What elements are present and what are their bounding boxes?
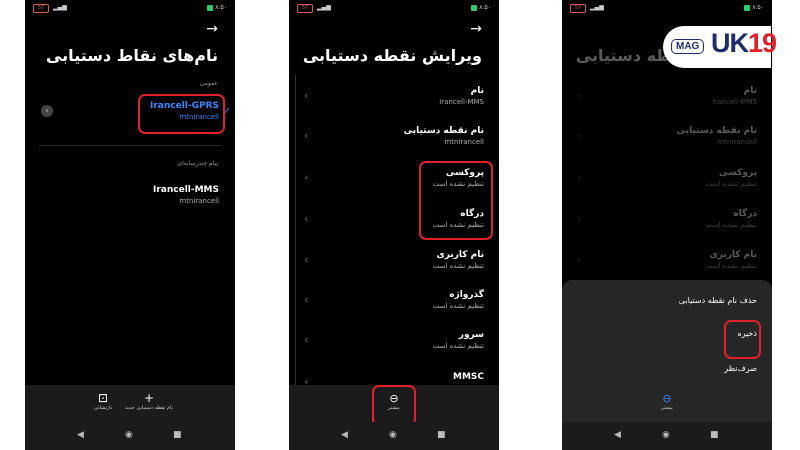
- nav-home-icon[interactable]: ◉: [125, 430, 133, 440]
- back-arrow-icon[interactable]: →: [206, 21, 218, 37]
- more-icon: ⊖: [662, 392, 672, 405]
- chevron-left-icon[interactable]: ‹: [41, 105, 53, 117]
- chevron-left-icon: ‹: [304, 333, 309, 346]
- battery-indicator: 57: [570, 4, 586, 13]
- battery-indicator: 57: [297, 4, 313, 13]
- field-row-name: نام Irancell-MMS: [712, 86, 757, 106]
- site-logo: MAG UK19: [663, 26, 777, 68]
- new-apn-button[interactable]: + نام نقطه دستیابی جدید: [121, 391, 177, 411]
- field-row-apn[interactable]: نام نقطه دستیابی mtnirancell: [404, 126, 484, 146]
- field-row-server[interactable]: سرور تنظیم نشده است: [433, 330, 484, 350]
- field-row-proxy: پروکسی تنظیم نشده است: [705, 168, 757, 188]
- nav-recents-icon[interactable]: ■: [437, 430, 446, 440]
- plus-icon: +: [143, 391, 155, 405]
- signal-icon: ▂▄▆: [53, 4, 67, 11]
- highlight-box: [372, 385, 416, 426]
- navigation-bar: ◀ ◉ ■: [289, 422, 499, 450]
- apn-name: Irancell-MMS: [152, 185, 219, 195]
- highlight-box: [724, 320, 761, 359]
- field-row-port: درگاه تنظیم نشده است: [705, 209, 757, 229]
- status-bar: 57 ▂▄▆ ۸:۵۰: [570, 4, 764, 14]
- highlight-box: [419, 161, 493, 240]
- chevron-left-icon: ‹: [304, 293, 309, 306]
- delete-apn-option[interactable]: حذف نام نقطه دستیابی: [679, 296, 757, 305]
- reset-button[interactable]: ⊡ بازنشانی: [89, 391, 117, 411]
- divider: [39, 145, 221, 146]
- navigation-bar: ◀ ◉ ■: [562, 422, 772, 450]
- chevron-left-icon: ‹: [304, 212, 309, 225]
- scrollbar[interactable]: [295, 75, 296, 385]
- field-row-mmsc[interactable]: MMSC: [453, 372, 484, 382]
- status-time: ۸:۵۰: [207, 4, 227, 11]
- status-bar: 57 ▂▄▆ ۸:۵۰: [33, 4, 227, 14]
- chevron-left-icon: ‹: [304, 89, 309, 102]
- status-bar: 57 ▂▄▆ ۸:۵۰: [297, 4, 491, 14]
- logo-mag-text: MAG: [671, 39, 705, 54]
- phone-screen-edit-apn: 57 ▂▄▆ ۸:۵۰ → ویرایش نقطه دستیابی نام Ir…: [289, 0, 499, 450]
- field-row-password[interactable]: گذرواژه تنظیم نشده است: [433, 290, 484, 310]
- nav-recents-icon[interactable]: ■: [710, 430, 719, 440]
- bottom-action-bar: ⊡ بازنشانی + نام نقطه دستیابی جدید: [25, 385, 235, 422]
- apn-value: mtnirancell: [179, 197, 219, 205]
- status-time: ۸:۵۰: [471, 4, 491, 11]
- phone-screen-apn-list: 57 ▂▄▆ ۸:۵۰ → نام‌های نقاط دستیابی عمومی…: [25, 0, 235, 450]
- field-row-name[interactable]: نام Irancell-MMS: [439, 86, 484, 106]
- reset-icon: ⊡: [97, 391, 109, 405]
- apn-item-irancell-mms[interactable]: Irancell-MMS mtnirancell: [153, 185, 219, 205]
- field-row-username: نام کاربری تنظیم نشده است: [705, 250, 757, 270]
- battery-indicator: 57: [33, 4, 49, 13]
- page-title: ویرایش نقطه دستیابی: [302, 46, 482, 65]
- discard-option[interactable]: صرف‌نظر: [724, 364, 757, 373]
- chevron-left-icon: ‹: [577, 89, 582, 102]
- status-time: ۸:۵۰: [744, 4, 764, 11]
- nav-recents-icon[interactable]: ■: [173, 430, 182, 440]
- section-header-default: عمومی: [199, 80, 218, 87]
- more-button[interactable]: ⊖ بیشتر: [651, 392, 683, 411]
- chevron-left-icon: ‹: [304, 171, 309, 184]
- page-title: نام‌های نقاط دستیابی: [45, 46, 218, 65]
- signal-icon: ▂▄▆: [590, 4, 604, 11]
- nav-back-icon[interactable]: ◀: [77, 430, 84, 440]
- signal-icon: ▂▄▆: [317, 4, 331, 11]
- nav-back-icon[interactable]: ◀: [614, 430, 621, 440]
- highlight-box: [138, 94, 225, 134]
- chevron-left-icon: ‹: [577, 253, 582, 266]
- back-arrow-icon[interactable]: →: [470, 21, 482, 37]
- nav-home-icon[interactable]: ◉: [662, 430, 670, 440]
- navigation-bar: ◀ ◉ ■: [25, 422, 235, 450]
- logo-main-text: UK19: [711, 28, 777, 58]
- chevron-left-icon: ‹: [577, 129, 582, 142]
- field-row-username[interactable]: نام کاربری تنظیم نشده است: [433, 250, 484, 270]
- field-row-apn: نام نقطه دستیابی mtnirancell: [676, 126, 757, 146]
- section-header-mms: پیام چندرسانه‌ای: [177, 160, 218, 167]
- nav-home-icon[interactable]: ◉: [389, 430, 397, 440]
- chevron-left-icon: ‹: [304, 129, 309, 142]
- nav-back-icon[interactable]: ◀: [341, 430, 348, 440]
- chevron-left-icon: ‹: [577, 171, 582, 184]
- chevron-left-icon: ‹: [304, 253, 309, 266]
- chevron-left-icon: ‹: [577, 212, 582, 225]
